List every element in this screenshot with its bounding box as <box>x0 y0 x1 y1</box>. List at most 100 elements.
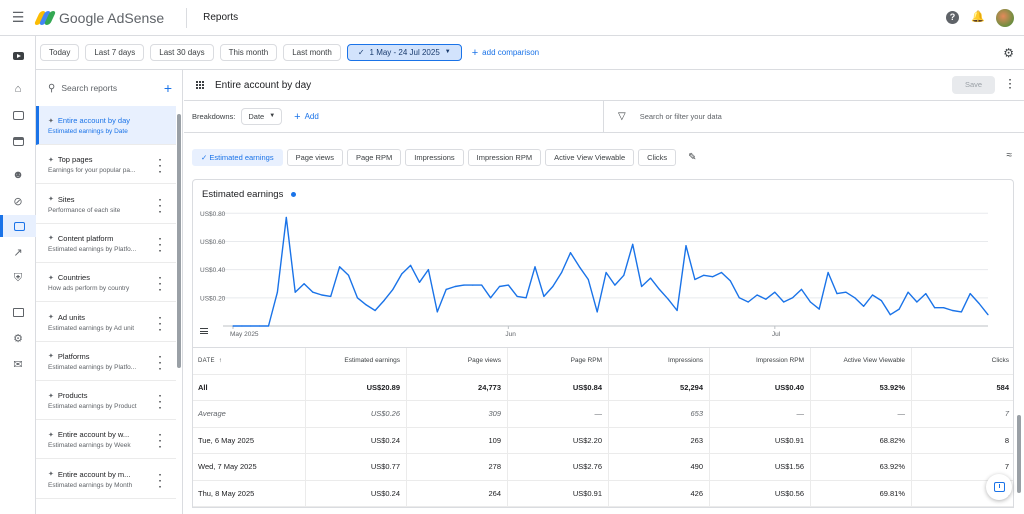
report-more-icon[interactable]: · · · <box>159 431 162 453</box>
report-more-icon[interactable]: · · · <box>159 392 162 414</box>
reports-icon[interactable] <box>0 215 36 237</box>
adsense-logo[interactable]: Google AdSense <box>33 10 164 26</box>
sort-arrow-up-icon[interactable]: ↑ <box>219 358 222 364</box>
table-cell: 584 <box>911 374 1015 400</box>
metric-chip-page-views[interactable]: Page views <box>286 149 343 166</box>
home-icon[interactable]: ⌂ <box>0 78 36 100</box>
table-row[interactable]: Tue, 6 May 2025 US$0.24 109 US$2.20 263 US$0.… <box>193 427 1013 454</box>
earnings-data-point <box>880 300 883 302</box>
column-header[interactable]: Impressions <box>608 348 709 374</box>
column-header[interactable]: Page views <box>406 348 507 374</box>
column-header[interactable]: Page RPM <box>507 348 608 374</box>
earnings-data-point <box>667 298 669 300</box>
edit-metrics-pencil-icon[interactable]: ✎ <box>688 152 696 163</box>
earnings-data-point <box>898 308 900 310</box>
report-more-icon[interactable]: · · · <box>159 274 162 296</box>
cell-text: 263 <box>690 435 703 445</box>
table-average-row[interactable]: Average US$0.26 309 — 653 — — 7 <box>193 401 1013 428</box>
saved-report-item[interactable]: ✦ Ad units Estimated earnings by Ad unit · ·… <box>36 303 176 342</box>
metric-chip-estimated-earnings[interactable]: ✓ Estimated earnings <box>192 149 283 166</box>
report-more-icon[interactable]: · · · <box>159 156 162 178</box>
saved-report-subtitle: Estimated earnings by Platfo... <box>48 245 137 253</box>
save-button[interactable]: Save <box>952 76 995 94</box>
new-report-plus-icon[interactable]: + <box>164 80 172 96</box>
saved-report-item[interactable]: ✦ Products Estimated earnings by Product · ·… <box>36 381 176 421</box>
date-preset-last-7-days[interactable]: Last 7 days <box>85 44 145 61</box>
settings-icon[interactable]: ⚙ <box>0 327 36 349</box>
date-preset-this-month[interactable]: This month <box>219 44 278 61</box>
sidebar-scrollbar[interactable] <box>177 114 181 368</box>
cell-text: DATE <box>198 357 215 364</box>
table-row[interactable]: Thu, 8 May 2025 US$0.24 264 US$0.91 426 US$0.… <box>193 480 1013 507</box>
date-range-selector[interactable]: ✓ 1 May - 24 Jul 2025 ▼ <box>346 44 462 61</box>
notifications-bell-icon[interactable]: 🔔 <box>971 11 985 24</box>
date-preset-today[interactable]: Today <box>40 44 80 61</box>
apps-grid-icon[interactable] <box>196 80 205 90</box>
report-more-icon[interactable]: · · · <box>159 352 162 374</box>
saved-report-title-row: ✦ Products <box>48 391 176 400</box>
saved-report-item[interactable]: ✦ Countries How ads perform by country · · · <box>36 263 176 303</box>
metric-chip-impression-rpm[interactable]: Impression RPM <box>467 149 542 166</box>
feedback-icon[interactable]: ✉ <box>0 353 36 375</box>
column-header[interactable]: Active View Viewable <box>810 348 911 374</box>
youtube-icon[interactable] <box>0 45 36 67</box>
earnings-data-point <box>845 291 847 293</box>
report-more-icon[interactable]: · · · <box>159 195 162 217</box>
optimize-icon[interactable]: ↗ <box>0 241 36 263</box>
metric-chip-impressions[interactable]: Impressions <box>405 149 464 166</box>
account-icon[interactable]: ☻ <box>0 164 36 186</box>
saved-report-item[interactable]: ✦ Platforms Estimated earnings by Platfo..… <box>36 342 176 381</box>
table-cell: Thu, 8 May 2025 <box>193 481 305 507</box>
saved-report-item[interactable]: ✦ Entire account by day Estimated earnings… <box>36 106 176 145</box>
report-more-icon[interactable]: · · · <box>159 313 162 335</box>
report-sparkle-icon: ✦ <box>48 471 54 479</box>
report-more-icon[interactable]: · · · <box>159 234 162 256</box>
account-avatar[interactable] <box>996 8 1014 27</box>
report-more-icon[interactable]: · · · <box>159 470 162 492</box>
table-row[interactable]: Wed, 7 May 2025 US$0.77 278 US$2.76 490 US$1.… <box>193 454 1013 481</box>
earnings-data-point <box>587 278 589 281</box>
saved-report-item[interactable]: ✦ Sites Performance of each site · · · <box>36 185 176 224</box>
saved-report-item[interactable]: ✦ Content platform Estimated earnings by P… <box>36 224 176 263</box>
earnings-data-point <box>676 309 678 312</box>
legend-toggle-icon[interactable] <box>200 328 208 336</box>
plus-icon: + <box>294 110 301 123</box>
cell-text: 490 <box>690 462 703 472</box>
ads-icon[interactable] <box>0 130 36 152</box>
saved-report-item[interactable]: ✦ Entire account by w... Estimated earning… <box>36 420 176 460</box>
feedback-fab[interactable] <box>986 474 1012 500</box>
earnings-data-point <box>445 288 447 290</box>
breakdown-dropdown[interactable]: Date ▼ <box>241 108 283 125</box>
privacy-icon[interactable]: ⛨ <box>0 267 36 289</box>
payments-icon[interactable] <box>0 301 36 323</box>
saved-report-item[interactable]: ✦ Top pages Earnings for your popular pa..… <box>36 145 176 185</box>
check-icon: ✓ <box>201 153 208 162</box>
filter-search[interactable]: ▽ Search or filter your data <box>618 111 722 122</box>
column-header[interactable]: Estimated earnings <box>305 348 406 374</box>
earnings-data-point <box>694 278 696 281</box>
hamburger-menu-icon[interactable]: ☰ <box>0 9 36 26</box>
metric-chip-active-view-viewable[interactable]: Active View Viewable <box>545 149 635 166</box>
saved-report-title-row: ✦ Entire account by m... <box>48 470 176 479</box>
column-header[interactable]: Impression RPM <box>709 348 810 374</box>
saved-report-item[interactable]: ✦ Entire account by m... Estimated earning… <box>36 460 176 499</box>
add-breakdown-link[interactable]: + Add <box>294 111 319 123</box>
chart-type-trend-icon[interactable]: ≈ <box>1007 150 1013 161</box>
date-preset-last-month[interactable]: Last month <box>283 44 341 61</box>
column-header[interactable]: Clicks <box>911 348 1015 374</box>
table-total-row[interactable]: All US$20.89 24,773 US$0.84 52,294 US$0.40 53.… <box>193 374 1015 401</box>
main-scrollbar[interactable] <box>1017 415 1021 493</box>
report-settings-gear-icon[interactable]: ⚙ <box>1003 46 1014 60</box>
more-options-icon[interactable]: · · · <box>1009 76 1012 94</box>
sites-icon[interactable] <box>0 104 36 126</box>
column-header[interactable]: DATE ↑ <box>193 348 305 374</box>
y-tick-label: US$0.20 <box>200 295 226 302</box>
search-reports[interactable]: ⚲ Search reports + <box>36 70 182 106</box>
date-preset-last-30-days[interactable]: Last 30 days <box>150 44 214 61</box>
add-comparison-link[interactable]: + add comparison <box>472 47 539 59</box>
block-icon[interactable]: ⊘ <box>0 190 36 212</box>
earnings-data-point <box>818 308 820 310</box>
metric-chip-page-rpm[interactable]: Page RPM <box>346 149 402 166</box>
help-icon[interactable]: ? <box>946 11 959 24</box>
metric-chip-clicks[interactable]: Clicks <box>638 149 677 166</box>
